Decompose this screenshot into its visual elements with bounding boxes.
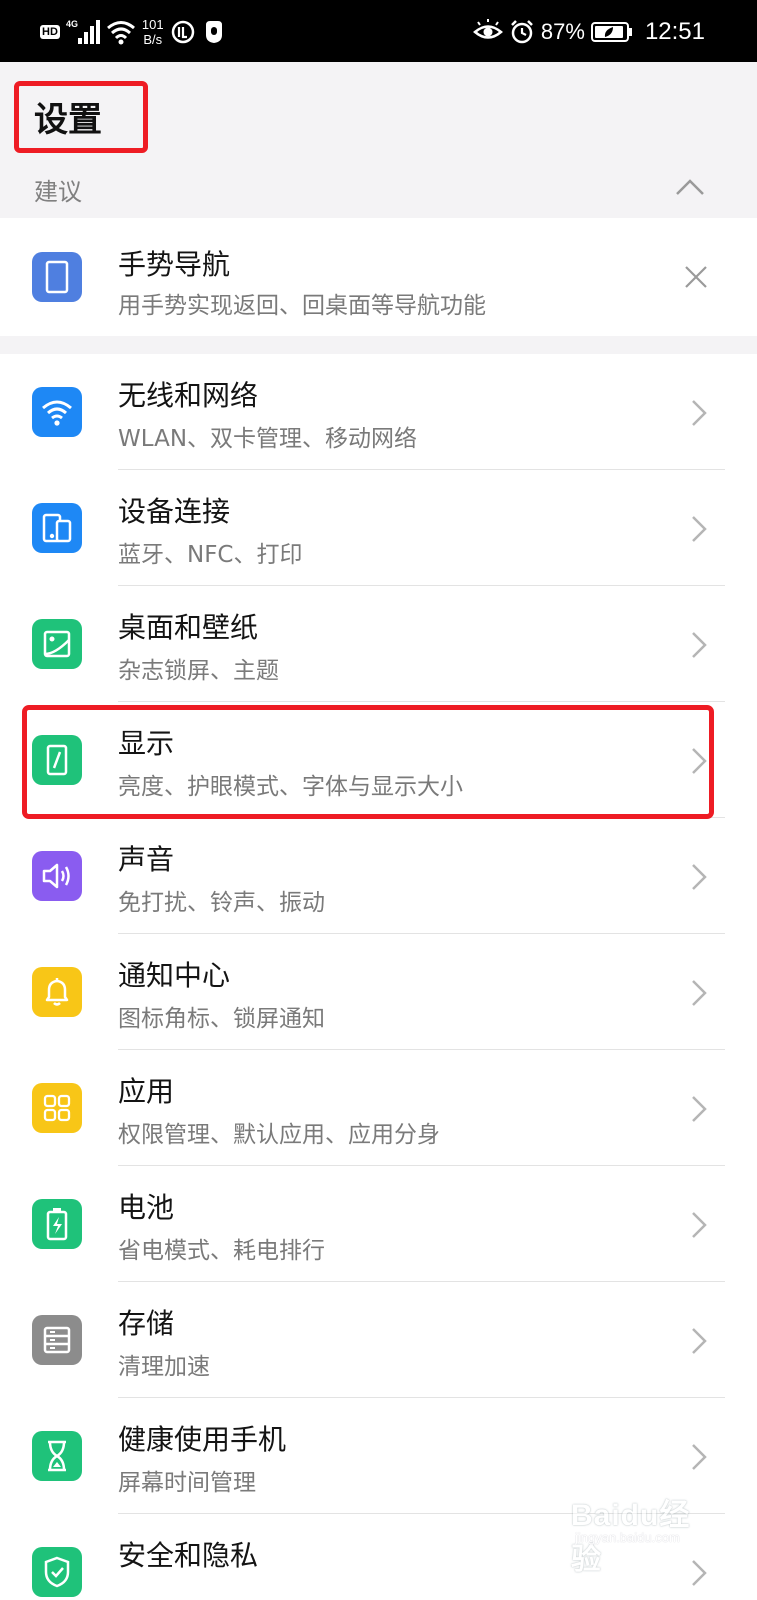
eye-comfort-icon <box>472 19 503 39</box>
chevron-right-icon <box>692 516 707 542</box>
baidu-jingyan-watermark: Baidu经验 jingyan.baidu.com <box>571 1488 721 1576</box>
chevron-right-icon <box>692 1096 707 1122</box>
settings-item-title: 桌面和壁纸 <box>118 611 259 644</box>
device-connection-icon <box>32 503 82 553</box>
settings-item-storage[interactable]: 存储 清理加速 <box>0 1282 757 1398</box>
chevron-right-icon <box>692 864 707 890</box>
settings-item-title: 通知中心 <box>118 959 231 992</box>
status-left: HD 4G 101 B/s <box>40 14 226 50</box>
phone-outline-icon <box>32 252 82 302</box>
shield-icon <box>32 1547 82 1597</box>
net-type-label: 4G <box>66 19 78 29</box>
battery-icon <box>32 1199 82 1249</box>
wifi-icon <box>32 387 82 437</box>
chevron-right-icon <box>692 400 707 426</box>
settings-item-sound[interactable]: 声音 免打扰、铃声、振动 <box>0 818 757 934</box>
chevron-right-icon <box>692 1212 707 1238</box>
status-bar: HD 4G 101 B/s 87% 12:51 <box>0 0 757 62</box>
bell-icon <box>32 967 82 1017</box>
network-speed: 101 B/s <box>142 17 164 47</box>
apps-grid-icon <box>32 1083 82 1133</box>
settings-item-subtitle: WLAN、双卡管理、移动网络 <box>118 426 418 452</box>
data-saver-icon <box>171 20 194 44</box>
network-speed-value: 101 <box>141 17 164 32</box>
display-highlight-box <box>22 705 714 819</box>
hd-indicator: HD <box>40 25 60 39</box>
network-speed-unit: B/s <box>143 32 163 47</box>
settings-item-title: 电池 <box>118 1191 175 1224</box>
settings-item-subtitle: 清理加速 <box>118 1354 210 1380</box>
wifi-status-icon <box>106 21 135 45</box>
suggestions-header[interactable]: 建议 <box>0 160 757 218</box>
settings-item-subtitle: 权限管理、默认应用、应用分身 <box>118 1122 440 1148</box>
wallpaper-icon <box>32 619 82 669</box>
suggestion-title: 手势导航 <box>118 248 231 281</box>
status-right: 87% 12:51 <box>472 14 705 50</box>
settings-item-battery[interactable]: 电池 省电模式、耗电排行 <box>0 1166 757 1282</box>
app-header: 设置 <box>0 62 757 160</box>
close-icon[interactable] <box>683 264 709 290</box>
settings-item-subtitle: 屏幕时间管理 <box>118 1470 256 1496</box>
settings-item-title: 应用 <box>118 1075 175 1108</box>
chevron-right-icon <box>692 980 707 1006</box>
settings-screen: HD 4G 101 B/s 87% 12:51 设置 建议 手势导航 用手势实现… <box>0 0 757 1600</box>
chevron-up-icon[interactable] <box>673 170 707 204</box>
cellular-signal-icon: 4G <box>66 19 100 44</box>
hourglass-icon <box>32 1431 82 1481</box>
chevron-right-icon <box>692 1444 707 1470</box>
settings-item-subtitle: 免打扰、铃声、振动 <box>118 890 325 916</box>
settings-item-subtitle: 杂志锁屏、主题 <box>118 658 279 684</box>
notification-app-icon <box>205 21 222 43</box>
battery-percent: 87% <box>540 19 585 44</box>
settings-item-title: 安全和隐私 <box>118 1539 259 1572</box>
settings-item-notification-center[interactable]: 通知中心 图标角标、锁屏通知 <box>0 934 757 1050</box>
settings-item-title: 存储 <box>118 1307 175 1340</box>
chevron-right-icon <box>692 1328 707 1354</box>
title-highlight-box <box>14 81 148 153</box>
storage-icon <box>32 1315 82 1365</box>
settings-item-wireless-network[interactable]: 无线和网络 WLAN、双卡管理、移动网络 <box>0 354 757 470</box>
settings-item-desktop-wallpaper[interactable]: 桌面和壁纸 杂志锁屏、主题 <box>0 586 757 702</box>
settings-item-title: 声音 <box>118 843 175 876</box>
settings-item-device-connection[interactable]: 设备连接 蓝牙、NFC、打印 <box>0 470 757 586</box>
alarm-icon <box>511 20 533 44</box>
settings-item-subtitle: 省电模式、耗电排行 <box>118 1238 325 1264</box>
speaker-icon <box>32 851 82 901</box>
battery-status-icon <box>590 22 632 42</box>
settings-item-title: 无线和网络 <box>118 379 259 412</box>
suggestions-label: 建议 <box>34 178 82 206</box>
suggestion-subtitle: 用手势实现返回、回桌面等导航功能 <box>118 293 486 319</box>
watermark-domain: jingyan.baidu.com <box>575 1530 680 1545</box>
section-divider <box>0 336 757 354</box>
settings-item-title: 设备连接 <box>118 495 231 528</box>
settings-item-subtitle: 图标角标、锁屏通知 <box>118 1006 325 1032</box>
suggestion-gesture-navigation[interactable]: 手势导航 用手势实现返回、回桌面等导航功能 <box>0 218 757 336</box>
settings-item-title: 健康使用手机 <box>118 1423 287 1456</box>
settings-item-subtitle: 蓝牙、NFC、打印 <box>118 542 303 568</box>
settings-item-apps[interactable]: 应用 权限管理、默认应用、应用分身 <box>0 1050 757 1166</box>
clock: 12:51 <box>644 18 705 45</box>
chevron-right-icon <box>692 632 707 658</box>
